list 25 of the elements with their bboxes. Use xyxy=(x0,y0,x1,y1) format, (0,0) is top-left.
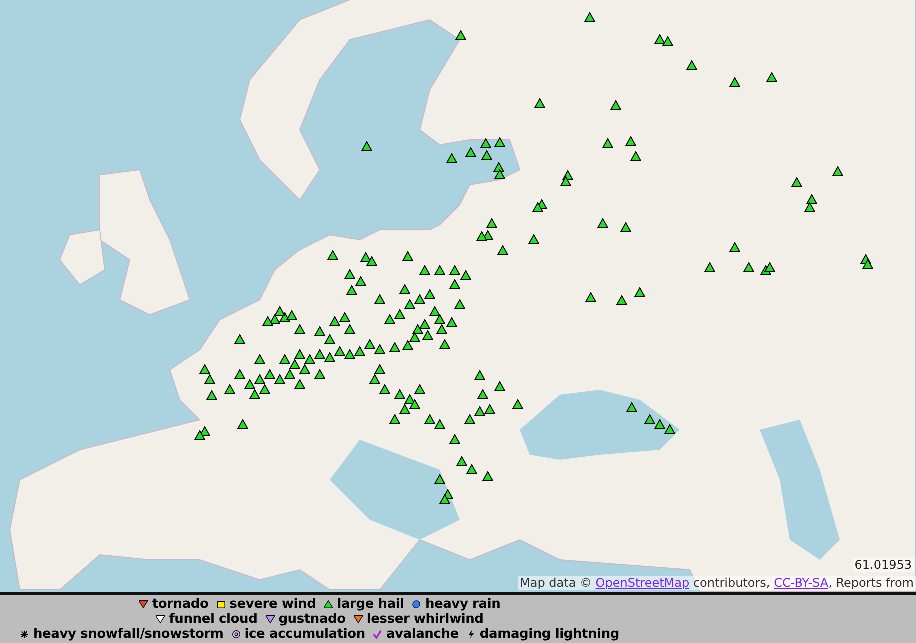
coordinate-readout: 61.01953 xyxy=(852,558,914,572)
legend-label: large hail xyxy=(337,597,404,612)
legend-label: damaging lightning xyxy=(480,627,620,642)
legend-label: gustnado xyxy=(278,612,346,627)
legend-label: severe wind xyxy=(230,597,316,612)
legend-label: heavy rain xyxy=(425,597,501,612)
triangle-icon xyxy=(266,615,275,624)
square-icon xyxy=(216,600,226,609)
check-icon xyxy=(373,630,382,639)
legend-label: heavy snowfall/snowstorm xyxy=(33,627,224,642)
legend-label: funnel cloud xyxy=(169,612,258,627)
circle-icon xyxy=(412,600,422,609)
legend-label: ice accumulation xyxy=(244,627,366,642)
lightning-icon xyxy=(466,630,476,639)
map-attribution: Map data © OpenStreetMap contributors, CC-BY-SA, Reports from xyxy=(518,576,916,590)
triangle-icon xyxy=(324,600,334,609)
map-background[interactable]: 61.01953 Map data © OpenStreetMap contributors, CC-BY-SA, Reports from xyxy=(0,0,916,595)
legend-label: avalanche xyxy=(386,627,459,642)
snowflake-icon xyxy=(20,630,30,639)
attribution-link[interactable]: CC-BY-SA xyxy=(774,576,829,590)
triangle-icon xyxy=(354,615,363,624)
attribution-link[interactable]: OpenStreetMap xyxy=(596,576,690,590)
legend-label: tornado xyxy=(152,597,209,612)
legend-label: lesser whirlwind xyxy=(366,612,484,627)
ring-icon xyxy=(232,630,241,639)
